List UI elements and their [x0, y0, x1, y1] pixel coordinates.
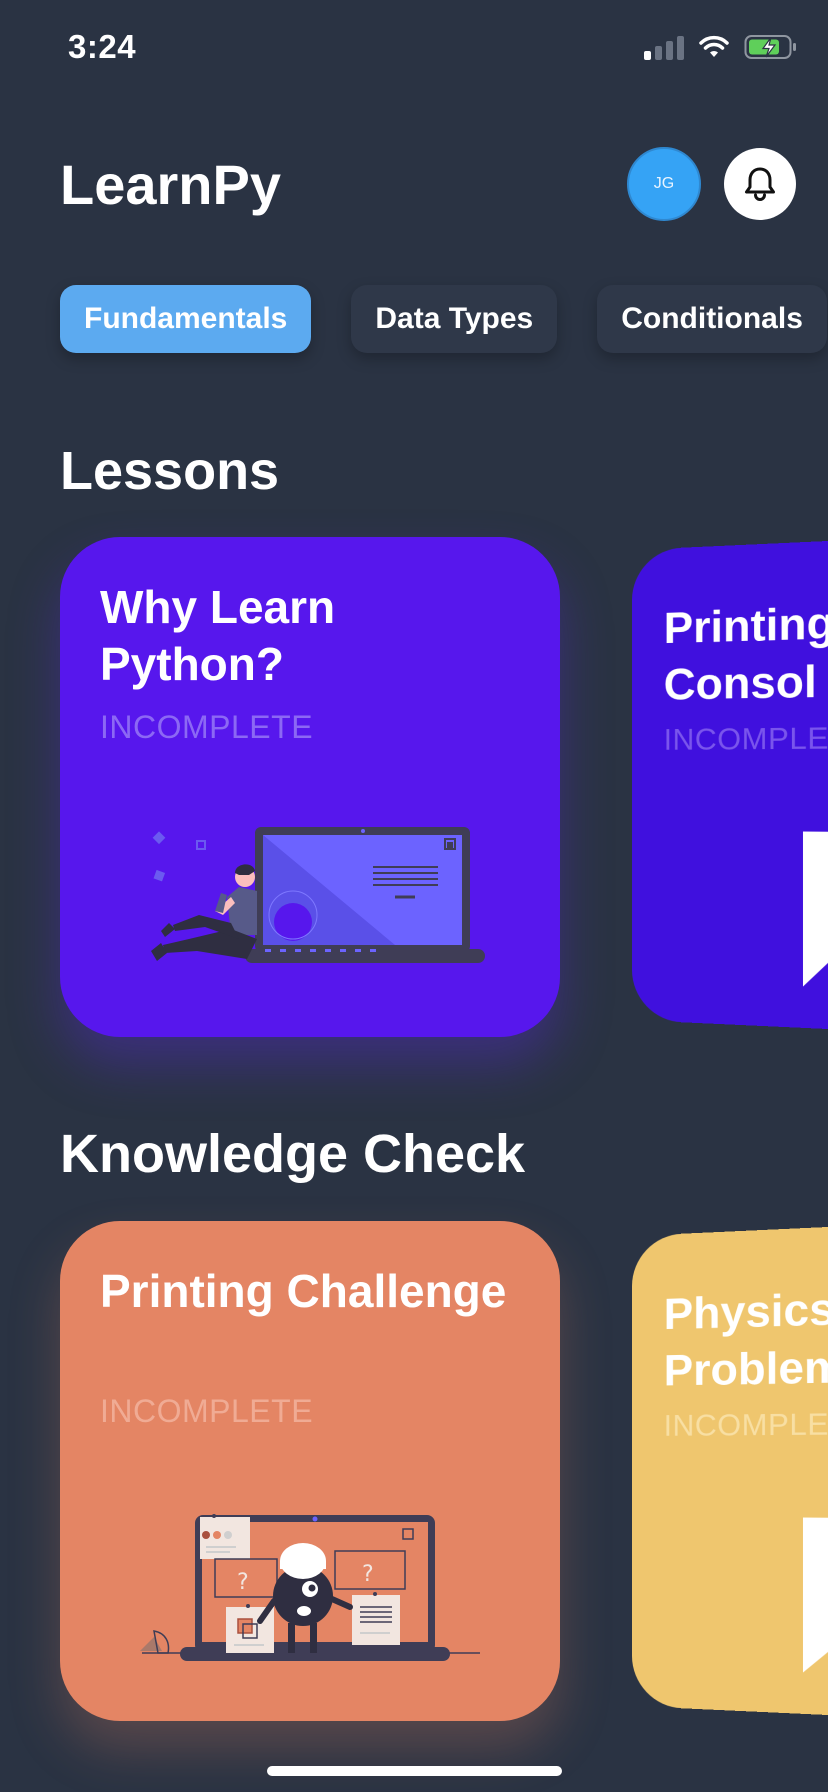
- tab-conditionals[interactable]: Conditionals: [597, 285, 827, 353]
- tab-fundamentals[interactable]: Fundamentals: [60, 285, 312, 353]
- knowledge-check-heading: Knowledge Check: [60, 1124, 526, 1184]
- lesson-card-status: INCOMPLETE: [100, 709, 314, 745]
- lesson-card-printing-to-console[interactable]: Printing to Consol INCOMPLETE: [632, 537, 828, 1033]
- home-indicator[interactable]: [267, 1766, 562, 1776]
- quiz-robot-laptop-illustration: ? ?: [140, 1514, 480, 1661]
- status-icons: [644, 34, 798, 60]
- knowledge-card-title: Printing Challenge: [100, 1265, 507, 1317]
- knowledge-card-physics-problem[interactable]: Physics Problem INCOMPLETE: [632, 1223, 828, 1719]
- lesson-card-status: INCOMPLETE: [663, 721, 828, 757]
- lesson-card-title: Why Learn Python?: [100, 581, 336, 690]
- wifi-icon: [699, 35, 729, 57]
- category-tabs: Fundamentals Data Types Conditionals: [60, 285, 827, 353]
- cellular-signal-icon: [644, 34, 684, 60]
- knowledge-card-status: INCOMPLETE: [663, 1407, 828, 1443]
- status-time: 3:24: [68, 28, 137, 65]
- app-title: LearnPy: [60, 153, 281, 216]
- tab-data-types[interactable]: Data Types: [351, 285, 558, 353]
- knowledge-illustration-partial: [802, 1517, 828, 1676]
- avatar[interactable]: JG: [627, 147, 701, 221]
- notifications-button[interactable]: [724, 148, 796, 220]
- bell-icon: [745, 167, 775, 201]
- lesson-illustration-partial: [802, 831, 828, 990]
- app-screen: 3:24 LearnPy JG Fundamentals Data Types …: [0, 0, 828, 1792]
- lessons-heading: Lessons: [60, 441, 280, 501]
- knowledge-card-status: INCOMPLETE: [100, 1393, 314, 1429]
- svg-text:?: ?: [362, 1562, 374, 1587]
- knowledge-card-title: Physics Problem: [663, 1283, 828, 1396]
- person-with-laptop-illustration: [151, 827, 485, 963]
- avatar-initials: JG: [653, 175, 675, 192]
- knowledge-card-printing-challenge[interactable]: Printing Challenge INCOMPLETE ? ?: [60, 1221, 560, 1721]
- lesson-card-title: Printing to Consol: [663, 596, 828, 710]
- svg-text:?: ?: [237, 1570, 249, 1595]
- lesson-card-why-learn-python[interactable]: Why Learn Python? INCOMPLETE: [60, 537, 560, 1037]
- battery-charging-icon: [744, 35, 796, 59]
